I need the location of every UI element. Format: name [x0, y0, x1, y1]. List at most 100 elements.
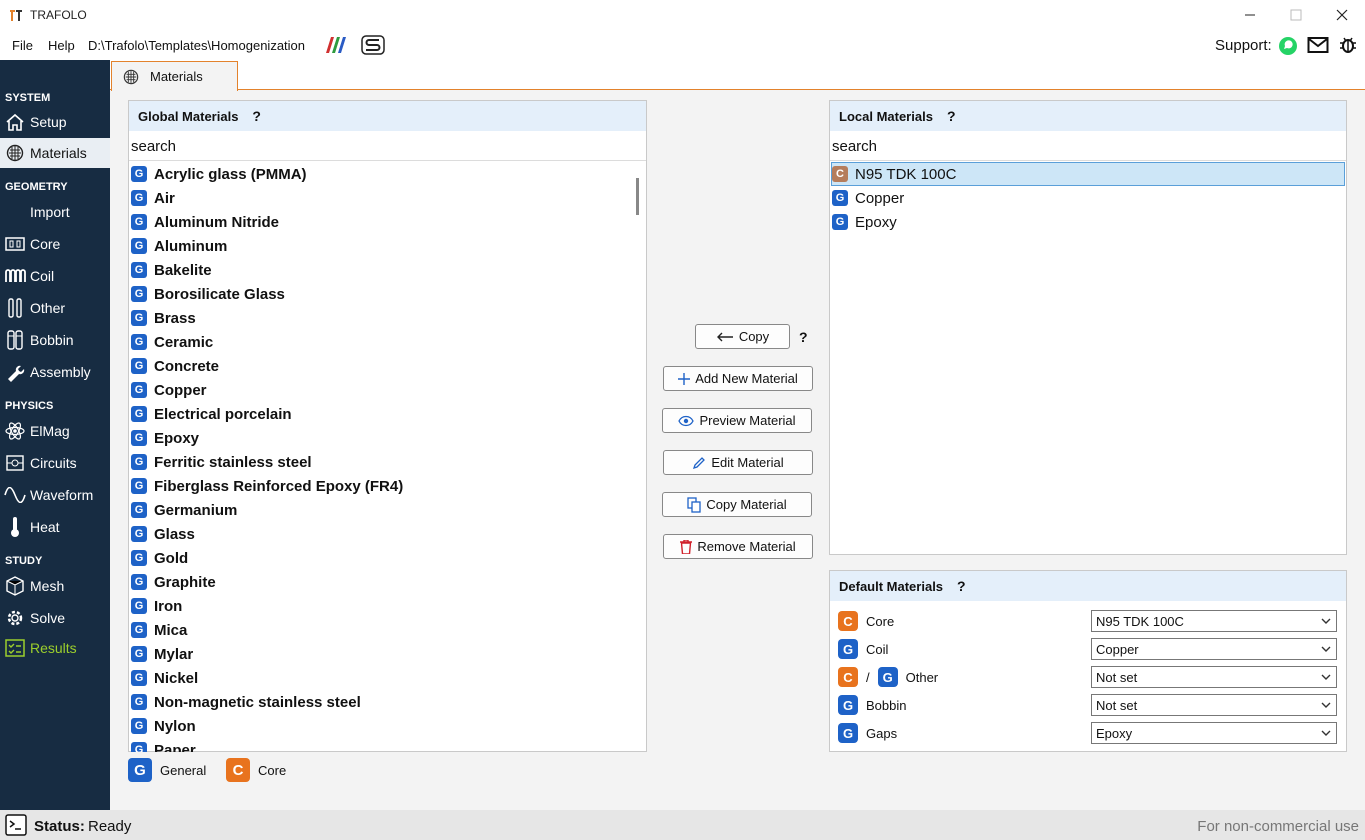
sidebar-item-setup[interactable]: Setup: [0, 107, 110, 137]
list-item[interactable]: G Borosilicate Glass: [131, 282, 285, 306]
list-item[interactable]: G Glass: [131, 522, 195, 546]
default-gaps-select[interactable]: Epoxy: [1091, 722, 1337, 744]
list-item[interactable]: G Brass: [131, 306, 196, 330]
terminal-icon[interactable]: [5, 814, 27, 836]
general-badge-icon: G: [131, 670, 147, 686]
sidebar-item-elmag[interactable]: ElMag: [0, 416, 110, 446]
global-search-input[interactable]: search: [131, 138, 176, 155]
list-item[interactable]: G Ferritic stainless steel: [131, 450, 312, 474]
sidebar-item-heat[interactable]: Heat: [0, 512, 110, 542]
help-button[interactable]: ?: [252, 108, 261, 124]
list-item[interactable]: G Nickel: [131, 666, 198, 690]
remove-material-button[interactable]: Remove Material: [663, 534, 813, 559]
add-new-material-button[interactable]: Add New Material: [663, 366, 813, 391]
sidebar-item-bobbin[interactable]: Bobbin: [0, 325, 110, 355]
copy-help-button[interactable]: ?: [799, 329, 808, 345]
general-badge-icon: G: [131, 166, 147, 182]
sidebar-item-waveform[interactable]: Waveform: [0, 480, 110, 510]
material-name: Nylon: [154, 717, 196, 735]
sidebar-item-results[interactable]: Results: [0, 633, 110, 663]
sidebar-item-materials[interactable]: Materials: [0, 138, 110, 168]
mail-icon[interactable]: [1307, 36, 1329, 54]
list-item[interactable]: G Epoxy: [131, 426, 199, 450]
list-item-selected[interactable]: C N95 TDK 100C: [831, 162, 1345, 186]
sidebar-item-mesh[interactable]: Mesh: [0, 571, 110, 601]
default-coil-select[interactable]: Copper: [1091, 638, 1337, 660]
whatsapp-icon[interactable]: [1278, 36, 1298, 56]
general-badge-icon: G: [131, 286, 147, 302]
tab-materials[interactable]: Materials: [111, 61, 238, 91]
divider: [129, 160, 646, 161]
default-other-select[interactable]: Not set: [1091, 666, 1337, 688]
copy-material-button[interactable]: Copy Material: [662, 492, 812, 517]
paraview-icon[interactable]: [324, 36, 348, 54]
global-material-list[interactable]: G Acrylic glass (PMMA) G Air G Aluminum Nitri…: [129, 162, 635, 752]
preview-material-button[interactable]: Preview Material: [662, 408, 812, 433]
list-item[interactable]: G Acrylic glass (PMMA): [131, 162, 307, 186]
help-button[interactable]: ?: [947, 108, 956, 124]
support-label: Support:: [1215, 37, 1272, 54]
maximize-icon: [1290, 9, 1302, 21]
other-parts-icon: [4, 297, 26, 319]
list-item[interactable]: G Aluminum Nitride: [131, 210, 279, 234]
list-item[interactable]: G Mylar: [131, 642, 193, 666]
list-item[interactable]: G Copper: [131, 378, 207, 402]
pencil-icon: [693, 456, 706, 469]
sidebar: SYSTEM Setup Materials GEOMETRY Import C…: [0, 60, 110, 810]
local-search-input[interactable]: search: [832, 138, 877, 155]
general-badge-icon: G: [877, 667, 898, 687]
solver-icon[interactable]: [361, 35, 385, 55]
button-label: Remove Material: [697, 539, 796, 554]
sidebar-item-assembly[interactable]: Assembly: [0, 357, 110, 387]
list-item[interactable]: G Ceramic: [131, 330, 213, 354]
list-item[interactable]: G Graphite: [131, 570, 216, 594]
help-button[interactable]: ?: [957, 578, 966, 594]
button-label: Copy: [738, 329, 770, 344]
close-icon: [1336, 9, 1348, 21]
sidebar-item-other[interactable]: Other: [0, 293, 110, 323]
list-item[interactable]: G Concrete: [131, 354, 219, 378]
list-item[interactable]: G Bakelite: [131, 258, 212, 282]
menu-help[interactable]: Help: [48, 38, 75, 53]
general-badge-icon: G: [131, 718, 147, 734]
local-material-list[interactable]: C N95 TDK 100C G Copper G Epoxy: [830, 162, 1346, 552]
list-item[interactable]: G Germanium: [131, 498, 237, 522]
sidebar-item-label: Waveform: [30, 487, 94, 503]
list-item[interactable]: G Aluminum: [131, 234, 227, 258]
sidebar-item-core[interactable]: Core: [0, 229, 110, 259]
list-item[interactable]: G Paper: [131, 738, 196, 752]
list-item[interactable]: G Epoxy: [832, 210, 1332, 234]
maximize-button[interactable]: [1273, 0, 1319, 30]
material-name: Aluminum: [154, 237, 228, 255]
general-badge-icon: G: [131, 310, 147, 326]
default-bobbin-select[interactable]: Not set: [1091, 694, 1337, 716]
sidebar-item-circuits[interactable]: Circuits: [0, 448, 110, 478]
list-item[interactable]: G Copper: [832, 186, 1332, 210]
bug-report-icon[interactable]: [1338, 35, 1358, 55]
list-item[interactable]: G Air: [131, 186, 175, 210]
list-item[interactable]: G Electrical porcelain: [131, 402, 292, 426]
close-button[interactable]: [1319, 0, 1365, 30]
general-badge-icon: G: [131, 454, 147, 470]
list-item[interactable]: G Fiberglass Reinforced Epoxy (FR4): [131, 474, 403, 498]
sidebar-item-label: Import: [30, 204, 70, 220]
sidebar-item-coil[interactable]: Coil: [0, 261, 110, 291]
sidebar-item-solve[interactable]: Solve: [0, 603, 110, 633]
material-name: Copper: [154, 381, 207, 399]
scrollbar-thumb[interactable]: [636, 178, 639, 215]
list-item[interactable]: G Iron: [131, 594, 182, 618]
copy-to-local-button[interactable]: Copy: [695, 324, 790, 349]
list-item[interactable]: G Gold: [131, 546, 188, 570]
default-core-select[interactable]: N95 TDK 100C: [1091, 610, 1337, 632]
menu-file[interactable]: File: [12, 38, 33, 53]
list-item[interactable]: G Mica: [131, 618, 187, 642]
general-badge-icon: G: [131, 478, 147, 494]
general-badge-icon: G: [131, 574, 147, 590]
material-name: Nickel: [154, 669, 199, 687]
material-name: Paper: [154, 741, 196, 753]
list-item[interactable]: G Nylon: [131, 714, 196, 738]
minimize-button[interactable]: [1227, 0, 1273, 30]
sidebar-item-import[interactable]: Import: [0, 197, 110, 227]
list-item[interactable]: G Non-magnetic stainless steel: [131, 690, 361, 714]
edit-material-button[interactable]: Edit Material: [663, 450, 813, 475]
